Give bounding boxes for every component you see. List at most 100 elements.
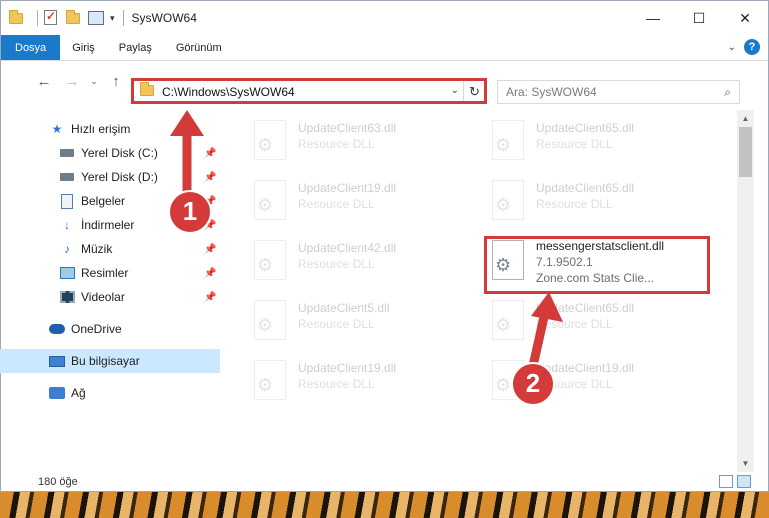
videos-icon [58, 289, 76, 305]
sidebar-item-pictures[interactable]: Resimler 📌 [0, 261, 220, 285]
this-pc-icon [48, 353, 66, 369]
recent-locations-button[interactable]: ⌄ [87, 76, 101, 87]
close-button[interactable]: ✕ [722, 1, 768, 35]
file-name: UpdateClient19.dll [536, 361, 635, 375]
sidebar-item-local-disk-d[interactable]: Yerel Disk (D:) 📌 [0, 165, 220, 189]
quick-access-dropdown-icon[interactable]: ▾ [110, 13, 115, 24]
file-name: UpdateClient65.dll [536, 301, 635, 315]
pin-icon[interactable]: 📌 [204, 292, 216, 303]
file-description: Resource DLL [536, 137, 613, 151]
tab-share[interactable]: Paylaş [107, 35, 164, 60]
view-toggle [719, 475, 751, 488]
minimize-button[interactable]: — [630, 1, 676, 35]
onedrive-icon [48, 321, 66, 337]
sidebar-item-videos[interactable]: Videolar 📌 [0, 285, 220, 309]
toolbar-divider [37, 10, 38, 26]
dll-file-icon [492, 300, 524, 340]
title-divider [122, 10, 124, 26]
status-bar: 180 öğe [0, 472, 767, 492]
file-item[interactable]: UpdateClient65.dll Resource DLL [484, 174, 714, 230]
tab-home[interactable]: Giriş [60, 35, 107, 60]
back-button[interactable]: ← [33, 73, 55, 90]
file-name: UpdateClient63.dll [298, 121, 397, 135]
new-folder-icon[interactable] [66, 10, 82, 26]
file-description: Resource DLL [298, 257, 375, 271]
navigation-pane: ★ Hızlı erişim Yerel Disk (C:) 📌 Yerel D… [0, 110, 220, 465]
window-controls: — ☐ ✕ [630, 1, 768, 35]
documents-icon [58, 193, 76, 209]
pictures-icon [58, 265, 76, 281]
file-name: UpdateClient65.dll [536, 121, 635, 135]
sidebar-item-label: İndirmeler [81, 218, 135, 232]
file-item[interactable]: UpdateClient63.dll Resource DLL [246, 114, 476, 170]
sidebar-item-onedrive[interactable]: OneDrive [0, 317, 220, 341]
pin-icon[interactable]: 📌 [204, 268, 216, 279]
file-item[interactable]: UpdateClient19.dll Resource DLL [246, 354, 476, 410]
tab-view[interactable]: Görünüm [164, 35, 234, 60]
sidebar-item-music[interactable]: ♪ Müzik 📌 [0, 237, 220, 261]
file-description: Resource DLL [536, 377, 613, 391]
dll-file-icon [254, 360, 286, 400]
sidebar-item-this-pc[interactable]: Bu bilgisayar [0, 349, 220, 373]
file-name: UpdateClient65.dll [536, 181, 635, 195]
sidebar-item-label: Belgeler [81, 194, 126, 208]
file-highlight-box [484, 236, 710, 294]
file-description: Resource DLL [536, 197, 613, 211]
large-icons-view-icon[interactable] [737, 475, 751, 488]
file-item[interactable]: UpdateClient19.dll Resource DLL [246, 174, 476, 230]
file-item[interactable]: UpdateClient42.dll Resource DLL [246, 234, 476, 290]
ribbon-tabs: Dosya Giriş Paylaş Görünüm ⌄ ? [1, 35, 768, 61]
dll-file-icon [254, 300, 286, 340]
chevron-down-icon[interactable]: ⌄ [728, 42, 736, 53]
up-button[interactable]: ↑ [105, 73, 127, 90]
dll-file-icon [492, 180, 524, 220]
sidebar-item-network[interactable]: Ağ [0, 381, 220, 405]
maximize-button[interactable]: ☐ [676, 1, 722, 35]
ribbon-right: ⌄ ? [728, 39, 760, 55]
file-item[interactable]: UpdateClient5.dll Resource DLL [246, 294, 476, 350]
scroll-thumb[interactable] [739, 127, 752, 177]
drive-icon [58, 169, 76, 185]
sidebar-item-quick-access[interactable]: ★ Hızlı erişim [0, 117, 220, 141]
download-icon: ↓ [64, 218, 70, 232]
pin-icon[interactable]: 📌 [204, 148, 216, 159]
desktop-wallpaper [0, 490, 769, 518]
pin-icon[interactable]: 📌 [204, 244, 216, 255]
step-2-label: 2 [525, 368, 541, 398]
sidebar-item-label: Bu bilgisayar [71, 354, 140, 368]
search-input[interactable]: Ara: SysWOW64 [506, 85, 597, 99]
sidebar-item-label: Videolar [81, 290, 125, 304]
search-icon[interactable]: ⌕ [724, 85, 731, 100]
vertical-scrollbar[interactable]: ▲ ▼ [737, 110, 754, 472]
scroll-down-icon[interactable]: ▼ [737, 455, 754, 472]
file-item[interactable]: UpdateClient65.dll Resource DLL [484, 114, 714, 170]
dll-file-icon [254, 240, 286, 280]
item-count: 180 öğe [38, 476, 78, 488]
file-description: Resource DLL [298, 317, 375, 331]
sidebar-item-local-disk-c[interactable]: Yerel Disk (C:) 📌 [0, 141, 220, 165]
pin-icon[interactable]: 📌 [204, 220, 216, 231]
network-icon [48, 385, 66, 401]
file-description: Resource DLL [298, 197, 375, 211]
view-properties-icon[interactable] [88, 10, 104, 26]
sidebar-item-label: Müzik [81, 242, 113, 256]
sidebar-item-label: Ağ [71, 386, 86, 400]
properties-check-icon[interactable] [44, 9, 60, 26]
help-icon[interactable]: ? [744, 39, 760, 55]
step-1-label: 1 [182, 196, 198, 226]
scroll-up-icon[interactable]: ▲ [737, 110, 754, 127]
file-name: UpdateClient19.dll [298, 181, 397, 195]
file-name: UpdateClient19.dll [298, 361, 397, 375]
file-name: UpdateClient5.dll [298, 301, 390, 315]
pin-icon[interactable]: 📌 [204, 196, 216, 207]
details-view-icon[interactable] [719, 475, 733, 488]
search-box[interactable]: Ara: SysWOW64 ⌕ [497, 80, 740, 104]
dll-file-icon [254, 180, 286, 220]
sidebar-item-label: Resimler [81, 266, 129, 280]
tab-file[interactable]: Dosya [1, 35, 61, 60]
file-item[interactable]: UpdateClient65.dll Resource DLL [484, 294, 714, 350]
pin-icon[interactable]: 📌 [204, 172, 216, 183]
sidebar-item-label: Hızlı erişim [71, 122, 131, 136]
sidebar-item-label: Yerel Disk (D:) [81, 170, 158, 184]
forward-button[interactable]: → [61, 73, 83, 90]
